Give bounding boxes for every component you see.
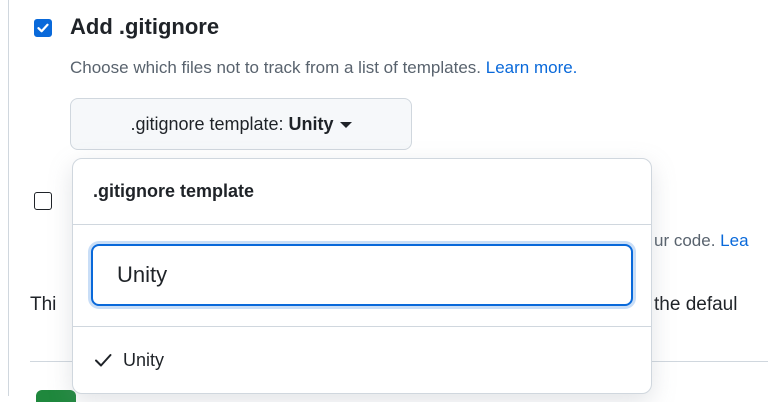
- filter-container: [73, 225, 651, 327]
- checkmark-icon: [37, 23, 49, 33]
- footer-text-partial-left: Thi: [30, 294, 57, 315]
- template-filter-input[interactable]: [91, 244, 633, 306]
- gitignore-template-button[interactable]: .gitignore template: Unity: [70, 98, 412, 150]
- gitignore-template-dropdown: .gitignore template Unity: [72, 158, 652, 394]
- gitignore-title: Add .gitignore: [70, 14, 220, 39]
- add-license-checkbox[interactable]: [34, 192, 52, 210]
- gitignore-description: Choose which files not to track from a l…: [70, 58, 577, 78]
- check-icon: [95, 354, 112, 367]
- template-button-value: Unity: [288, 113, 334, 134]
- learn-more-link[interactable]: Learn more.: [486, 58, 578, 77]
- license-learn-link[interactable]: Lea: [720, 231, 748, 250]
- create-repository-button-partial[interactable]: [36, 390, 76, 402]
- page-left-border: [8, 0, 9, 396]
- license-description-text: ur code.: [654, 231, 716, 250]
- license-description-partial: ur code. Lea: [654, 231, 749, 251]
- template-button-prefix: .gitignore template:: [130, 113, 284, 134]
- gitignore-description-text: Choose which files not to track from a l…: [70, 58, 482, 77]
- caret-down-icon: [339, 122, 352, 128]
- footer-text-partial-right: the defaul: [654, 294, 738, 315]
- dropdown-header: .gitignore template: [73, 159, 651, 225]
- add-gitignore-checkbox[interactable]: [34, 19, 52, 37]
- dropdown-option-unity[interactable]: Unity: [73, 327, 651, 393]
- option-label: Unity: [123, 349, 165, 370]
